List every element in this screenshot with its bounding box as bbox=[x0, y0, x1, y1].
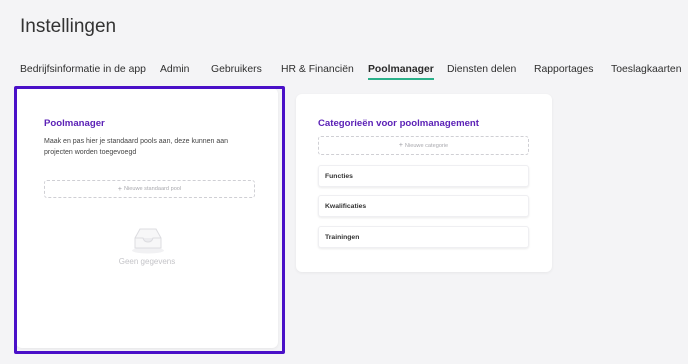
new-category-label: Nieuwe categorie bbox=[404, 142, 449, 149]
new-category-button[interactable]: + Nieuwe categorie bbox=[318, 136, 529, 155]
tab-bedrijfsinformatie[interactable]: Bedrijfsinformatie in de app bbox=[20, 64, 146, 75]
categories-card: Categorieën voor poolmanagement + Nieuwe… bbox=[296, 94, 552, 272]
page-title: Instellingen bbox=[20, 16, 117, 37]
category-item-kwalificaties[interactable]: Kwalificaties bbox=[318, 195, 529, 217]
category-item-trainingen[interactable]: Trainingen bbox=[318, 226, 529, 248]
tab-diensten-delen[interactable]: Diensten delen bbox=[447, 64, 516, 75]
categories-title: Categorieën voor poolmanagement bbox=[318, 118, 479, 129]
tab-rapportages[interactable]: Rapportages bbox=[534, 64, 594, 75]
category-item-functies[interactable]: Functies bbox=[318, 165, 529, 187]
tab-toeslagkaarten[interactable]: Toeslagkaarten bbox=[611, 64, 681, 75]
tab-admin[interactable]: Admin bbox=[160, 64, 189, 75]
focus-highlight bbox=[14, 86, 285, 354]
tab-gebruikers[interactable]: Gebruikers bbox=[211, 64, 262, 75]
tab-hr-financien[interactable]: HR & Financiën bbox=[281, 64, 354, 75]
plus-icon: + bbox=[398, 142, 403, 149]
settings-tabs: Bedrijfsinformatie in de app Admin Gebru… bbox=[20, 64, 688, 84]
tab-poolmanager[interactable]: Poolmanager bbox=[368, 64, 434, 80]
